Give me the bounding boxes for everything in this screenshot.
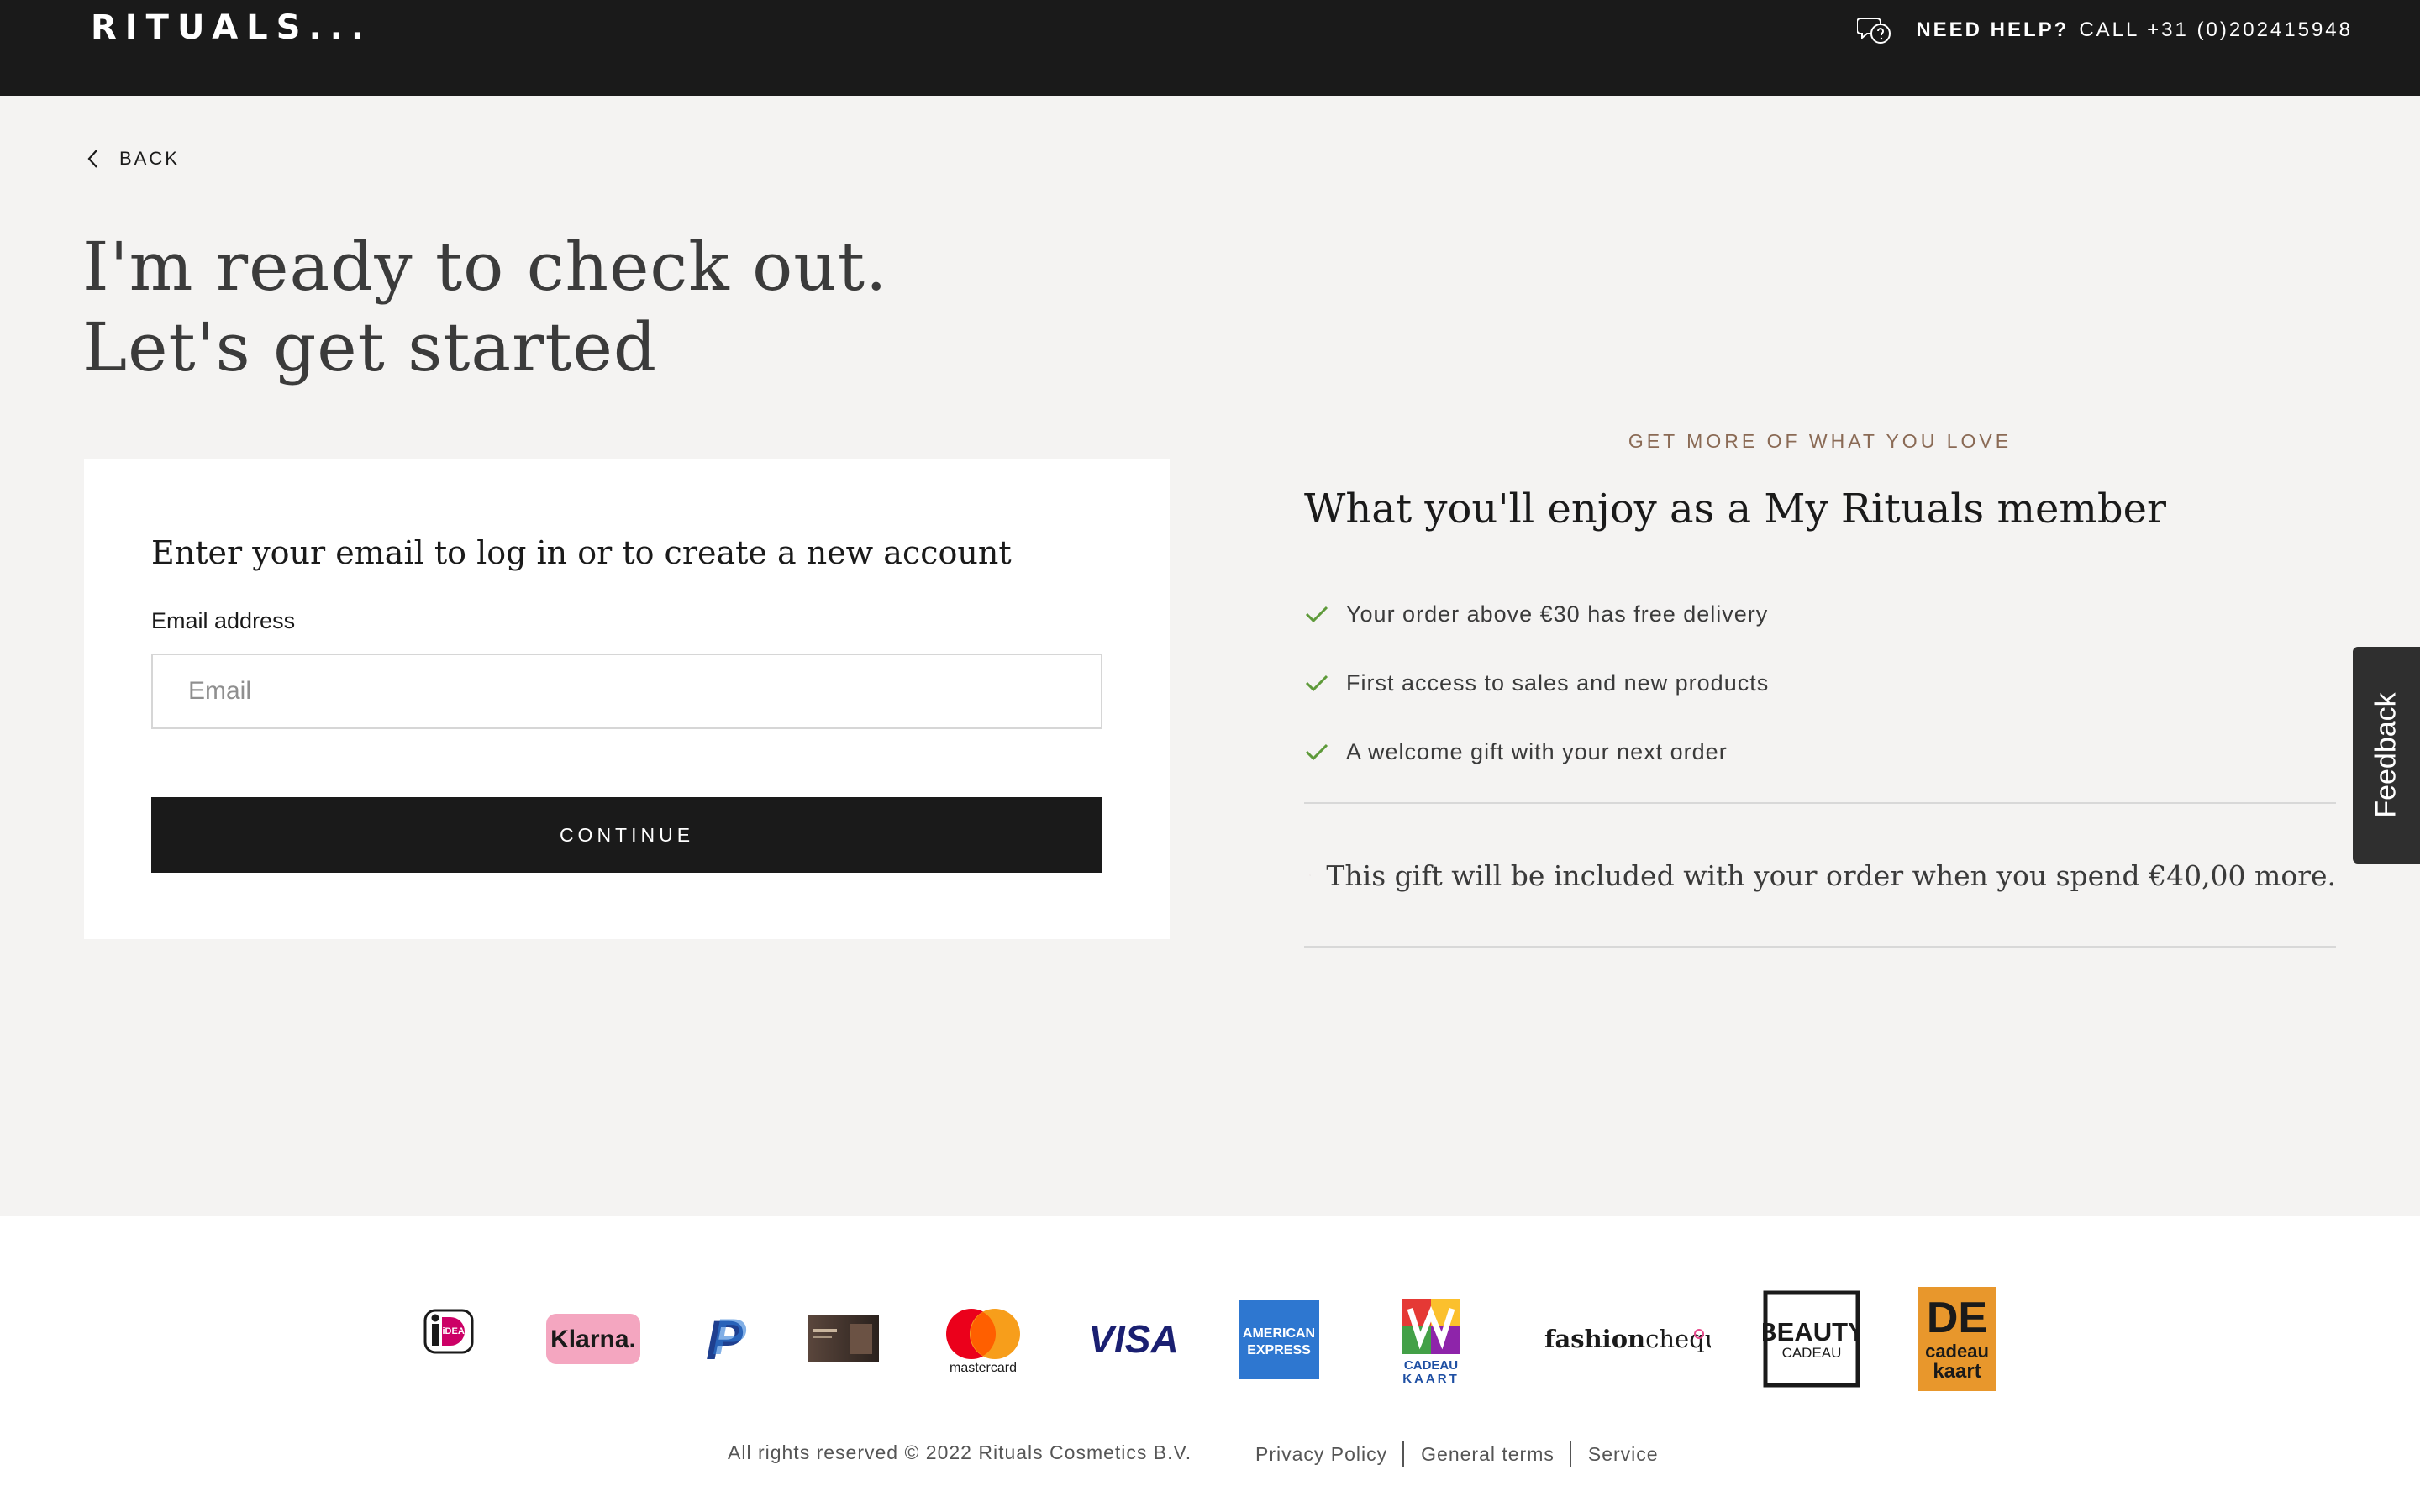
benefit-item: Your order above €30 has free delivery <box>1304 580 1769 648</box>
klarna-logo: Klarna. <box>546 1314 640 1364</box>
copyright: All rights reserved © 2022 Rituals Cosme… <box>728 1441 1192 1463</box>
checkmark-icon <box>1305 743 1328 761</box>
link-separator <box>1402 1441 1405 1467</box>
de-logo-text: DE <box>1927 1294 1987 1342</box>
mastercard-logo: mastercard <box>946 1309 1020 1374</box>
footer-links: Privacy Policy General terms Service <box>1255 1441 1659 1467</box>
paypal-logo: P P <box>706 1309 747 1368</box>
amex-logo: AMERICAN EXPRESS <box>1239 1300 1319 1379</box>
chevron-left-icon <box>87 150 97 168</box>
checkmark-icon <box>1305 675 1328 692</box>
checkmark-icon <box>1305 606 1328 623</box>
amex-text-2: EXPRESS <box>1247 1343 1311 1357</box>
back-label: BACK <box>119 148 180 169</box>
beauty-cadeau-logo: BEAUTY CADEAU <box>1763 1290 1860 1388</box>
giftcard-logo <box>808 1315 879 1362</box>
ideal-logo: iDEAL <box>424 1309 474 1354</box>
de-cadeaukaart-logo: DE cadeau kaart <box>1918 1287 1996 1391</box>
beauty-text-1: BEAUTY <box>1763 1317 1860 1347</box>
svg-text:fashioncheque: fashioncheque <box>1544 1325 1711 1353</box>
login-card: Enter your email to log in or to create … <box>84 459 1170 939</box>
de-text-2: kaart <box>1933 1360 1981 1383</box>
feedback-tab[interactable]: Feedback <box>2353 647 2420 864</box>
beauty-text-2: CADEAU <box>1782 1345 1842 1361</box>
visa-text: VISA <box>1088 1317 1178 1359</box>
continue-button[interactable]: CONTINUE <box>151 797 1102 873</box>
privacy-policy-link[interactable]: Privacy Policy <box>1255 1443 1387 1466</box>
visa-logo: VISA <box>1088 1317 1178 1359</box>
ideal-text: iDEAL <box>443 1326 471 1336</box>
benefit-item: First access to sales and new products <box>1304 648 1769 717</box>
klarna-text: Klarna. <box>550 1326 636 1353</box>
gift-promo: This gift will be included with your ord… <box>1304 803 2336 948</box>
link-separator <box>1569 1441 1571 1467</box>
member-title: What you'll enjoy as a My Rituals member <box>1304 486 2166 533</box>
mastercard-text: mastercard <box>950 1361 1017 1374</box>
login-card-title: Enter your email to log in or to create … <box>151 534 1012 571</box>
page-title-line-1: I'm ready to check out. <box>82 228 888 306</box>
rituals-logo[interactable]: RITUALS... <box>91 8 372 47</box>
benefit-text: A welcome gift with your next order <box>1346 738 1728 764</box>
gift-promo-text: This gift will be included with your ord… <box>1326 858 2336 892</box>
phone-number-link[interactable]: CALL +31 (0)202415948 <box>2079 18 2353 42</box>
vvv-text-1: CADEAU <box>1404 1358 1458 1373</box>
amex-text-1: AMERICAN <box>1243 1326 1315 1341</box>
fashioncheque-light: cheque <box>1645 1325 1711 1353</box>
vvv-text-2: KAART <box>1402 1372 1460 1384</box>
help-contact: NEED HELP? CALL +31 (0)202415948 <box>1857 13 2353 47</box>
benefit-text: Your order above €30 has free delivery <box>1346 601 1769 627</box>
top-bar: RITUALS... NEED HELP? CALL +31 (0)202415… <box>0 0 2420 96</box>
email-label: Email address <box>151 608 296 633</box>
divider <box>1304 946 2336 948</box>
vvv-cadeaukaart-logo: CADEAU KAART <box>1402 1299 1460 1384</box>
gift-product-image <box>1309 874 1312 876</box>
footer <box>0 1216 2420 1512</box>
chat-question-icon <box>1857 18 1891 44</box>
fashioncheque-logo: fashioncheque <box>1544 1325 1711 1353</box>
svg-text:P: P <box>713 1309 747 1365</box>
member-kicker: GET MORE OF WHAT YOU LOVE <box>1628 430 2012 452</box>
benefit-list: Your order above €30 has free delivery F… <box>1304 580 1769 786</box>
feedback-label: Feedback <box>2370 692 2402 818</box>
benefit-text: First access to sales and new products <box>1346 669 1770 696</box>
benefit-item: A welcome gift with your next order <box>1304 717 1769 786</box>
service-link[interactable]: Service <box>1588 1443 1659 1466</box>
fashioncheque-bold: fashion <box>1544 1325 1645 1353</box>
page-title-line-2: Let's get started <box>82 308 658 386</box>
back-link[interactable]: BACK <box>84 148 180 170</box>
need-help-label: NEED HELP? <box>1916 18 2070 41</box>
page-title: I'm ready to check out. Let's get starte… <box>82 227 887 388</box>
general-terms-link[interactable]: General terms <box>1421 1443 1555 1466</box>
email-input[interactable] <box>151 654 1102 729</box>
de-text-1: cadeau <box>1925 1341 1989 1362</box>
